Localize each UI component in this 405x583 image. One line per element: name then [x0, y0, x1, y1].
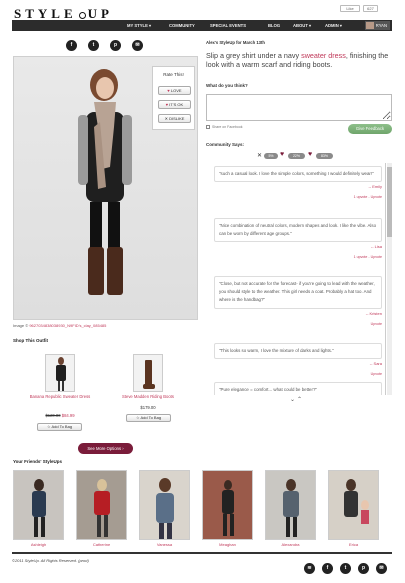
- comment-item: "Close, but not accurate for the forecas…: [214, 276, 382, 326]
- friend-card[interactable]: [265, 470, 316, 540]
- friend-name[interactable]: Erica: [328, 542, 379, 547]
- heart-icon: ♥: [280, 151, 285, 158]
- checkbox-icon[interactable]: [206, 125, 210, 130]
- nav-item-blog[interactable]: BLOG: [268, 20, 280, 31]
- comment-input[interactable]: [206, 94, 392, 121]
- dislike-percent: 5%: [264, 153, 278, 159]
- question-label: What do you think?: [206, 83, 248, 88]
- friends-title: Your Friends' StyleUps: [13, 459, 62, 464]
- facebook-icon[interactable]: f: [66, 40, 77, 51]
- user-menu[interactable]: RYAN: [364, 21, 390, 30]
- comment-author: -- Kristen: [365, 310, 382, 316]
- logo-dot-icon: [78, 11, 86, 19]
- friend-name[interactable]: Catherine: [76, 542, 127, 547]
- friend-name[interactable]: Vanessa: [139, 542, 190, 547]
- product-name[interactable]: Steve Madden Riding Boots: [108, 394, 188, 399]
- caption-link[interactable]: 9627034838038930_N9FID's_clay_085485: [29, 323, 106, 328]
- copyright: ©2011 StyleUp. All Rights Reserved. (pro…: [12, 558, 89, 563]
- sweater-dress-link[interactable]: sweater dress: [301, 51, 346, 60]
- product-name[interactable]: Banana Republic Sweater Dress: [20, 394, 100, 399]
- comment-text: "Pure elegance = comfort... what could b…: [214, 382, 382, 395]
- twitter-icon[interactable]: t: [340, 563, 351, 574]
- comment-item: "This looks so warm, I love the mixture …: [214, 343, 382, 376]
- scroll-arrows[interactable]: ⌄⌃: [290, 396, 304, 403]
- dislike-button[interactable]: ✕ DISLIKE: [158, 114, 191, 123]
- comment-text: "Nice combination of neutral colors, mod…: [214, 218, 382, 243]
- star-icon: ☆: [135, 415, 140, 420]
- dress-thumbnail[interactable]: [45, 354, 75, 392]
- heart-icon: ♥: [165, 102, 169, 107]
- upvote-link[interactable]: 1 upvote - Upvote: [214, 195, 382, 199]
- product-price: $179.00: [140, 405, 156, 410]
- comments-scrollbar[interactable]: [387, 163, 392, 395]
- styleup-date: Alex's StyleUp for March 13th: [206, 40, 265, 45]
- rate-panel: Rate This! ♥ LOVE ♥ IT'S OK ✕ DISLIKE: [152, 66, 195, 130]
- footer-divider: [12, 552, 392, 554]
- email-icon[interactable]: ✉: [132, 40, 143, 51]
- community-stats: ✕ 5% ♥ 22% ♥ 83%: [257, 151, 347, 160]
- nav-item-community[interactable]: COMMUNITY: [169, 20, 195, 31]
- comment-item: "Nice combination of neutral colors, mod…: [214, 218, 382, 259]
- comment-author: -- Lisa: [370, 244, 382, 250]
- like-button[interactable]: Like: [340, 5, 360, 12]
- comment-author: -- Emily: [368, 184, 382, 190]
- pinterest-icon[interactable]: p: [358, 563, 369, 574]
- nav-item-admin[interactable]: ADMIN ▾: [325, 20, 342, 31]
- outfit-headline: Slip a grey shirt under a navy sweater d…: [206, 51, 389, 69]
- chevron-up-icon[interactable]: ⌃: [297, 397, 304, 403]
- pinterest-icon[interactable]: p: [110, 40, 121, 51]
- twitter-icon[interactable]: t: [88, 40, 99, 51]
- heart-icon: ♥: [308, 151, 313, 158]
- facebook-share-checkbox[interactable]: Share on Facebook: [206, 125, 243, 130]
- its-ok-button[interactable]: ♥ IT'S OK: [158, 100, 191, 109]
- avatar: [365, 22, 374, 29]
- friend-card[interactable]: [139, 470, 190, 540]
- friend-name[interactable]: Alexandra: [265, 542, 316, 547]
- star-icon: ☆: [46, 424, 51, 429]
- email-icon[interactable]: ✉: [376, 563, 387, 574]
- friend-card[interactable]: [76, 470, 127, 540]
- boots-thumbnail[interactable]: [133, 354, 163, 392]
- comment-item: "such a casual look. I love the simple c…: [214, 166, 382, 199]
- like-count: 627: [363, 5, 378, 12]
- image-caption: Image © 9627034838038930_N9FID's_clay_08…: [13, 323, 107, 328]
- upvote-link[interactable]: Upvote: [214, 322, 382, 326]
- comment-item: "Pure elegance = comfort... what could b…: [214, 382, 382, 395]
- comment-text: "This looks so warm, I love the mixture …: [214, 343, 382, 360]
- nav-item-about[interactable]: ABOUT ▾: [293, 20, 311, 31]
- community-title: Community Says:: [206, 142, 245, 147]
- nav-item-special-events[interactable]: SPECIAL EVENTS: [210, 20, 246, 31]
- add-to-bag-button[interactable]: ☆ Add To Bag: [37, 423, 82, 431]
- give-feedback-button[interactable]: Give Feedback: [348, 124, 392, 134]
- comment-author: -- Sara: [369, 361, 382, 367]
- see-more-options-button[interactable]: See More Options ›: [78, 443, 133, 454]
- heart-icon: ♥: [167, 88, 170, 93]
- friend-card[interactable]: [328, 470, 379, 540]
- upvote-link[interactable]: 1 upvote - Upvote: [214, 255, 382, 259]
- love-button[interactable]: ♥ LOVE: [158, 86, 191, 95]
- friend-card[interactable]: [13, 470, 64, 540]
- upvote-link[interactable]: Upvote: [214, 372, 382, 376]
- rate-title: Rate This!: [163, 72, 184, 77]
- friend-name[interactable]: Meaghan: [202, 542, 253, 547]
- ok-percent: 22%: [288, 153, 305, 159]
- rss-icon[interactable]: ≋: [304, 563, 315, 574]
- add-to-bag-button[interactable]: ☆ Add To Bag: [126, 414, 171, 422]
- x-icon: ✕: [164, 116, 168, 121]
- scrollbar-thumb[interactable]: [387, 167, 392, 237]
- x-icon: ✕: [257, 153, 263, 159]
- shop-title: Shop This Outfit: [13, 338, 48, 343]
- comment-text: "Close, but not accurate for the forecas…: [214, 276, 382, 309]
- comments-list[interactable]: "such a casual look. I love the simple c…: [208, 163, 386, 395]
- chevron-down-icon[interactable]: ⌄: [290, 397, 297, 403]
- friend-card[interactable]: [202, 470, 253, 540]
- friend-name[interactable]: Ashleigh: [13, 542, 64, 547]
- nav-item-my-style[interactable]: MY STYLE ▾: [127, 20, 151, 31]
- main-nav: MY STYLE ▾ COMMUNITY SPECIAL EVENTS BLOG…: [12, 20, 392, 31]
- comment-text: "such a casual look. I love the simple c…: [214, 166, 382, 183]
- love-percent: 83%: [316, 153, 333, 159]
- product-price: $120.00 $84.99: [45, 413, 75, 418]
- facebook-icon[interactable]: f: [322, 563, 333, 574]
